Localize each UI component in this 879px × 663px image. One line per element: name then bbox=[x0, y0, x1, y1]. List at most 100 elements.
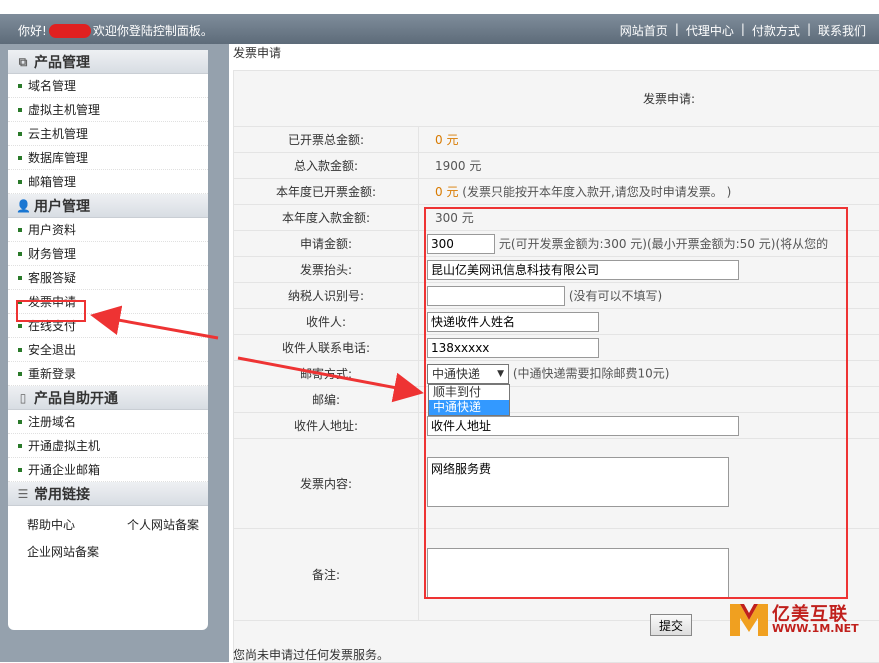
menu-label: 虚拟主机管理 bbox=[28, 101, 100, 118]
form-title: 发票申请: bbox=[234, 71, 879, 127]
menu-label: 安全退出 bbox=[28, 341, 76, 358]
row-paid-total: 总入款金额:1900 元 bbox=[234, 153, 879, 179]
row-phone: 收件人联系电话: bbox=[234, 335, 879, 361]
nav-payment[interactable]: 付款方式 bbox=[745, 22, 807, 39]
menu-label: 重新登录 bbox=[28, 365, 76, 382]
section-title: 产品管理 bbox=[34, 52, 90, 72]
brand-logo-icon bbox=[728, 600, 770, 640]
top-bar: 你好!欢迎你登陆控制面板。 网站首页| 代理中心| 付款方式| 联系我们 bbox=[0, 0, 879, 44]
menu-support[interactable]: 客服答疑 bbox=[8, 266, 208, 290]
submit-button[interactable]: 提交 bbox=[650, 614, 692, 636]
label: 本年度入款金额: bbox=[234, 205, 419, 231]
redacted-username bbox=[49, 24, 91, 38]
nav-agent[interactable]: 代理中心 bbox=[679, 22, 741, 39]
paid-total-value: 1900 元 bbox=[435, 159, 481, 173]
menu-open-vhost[interactable]: 开通虚拟主机 bbox=[8, 434, 208, 458]
nav-contact[interactable]: 联系我们 bbox=[811, 22, 873, 39]
value-cell bbox=[419, 335, 879, 361]
menu-label: 开通企业邮箱 bbox=[28, 461, 100, 478]
paid-year-value: 300 元 bbox=[435, 211, 474, 225]
bullet-icon bbox=[18, 228, 22, 232]
greeting-suffix: 欢迎你登陆控制面板。 bbox=[93, 24, 213, 38]
menu-label: 财务管理 bbox=[28, 245, 76, 262]
sidebar: ⧉产品管理 域名管理 虚拟主机管理 云主机管理 数据库管理 邮箱管理 👤用户管理… bbox=[0, 44, 229, 662]
greeting-prefix: 你好! bbox=[18, 24, 47, 38]
label: 申请金额: bbox=[234, 231, 419, 257]
bullet-icon bbox=[18, 252, 22, 256]
menu-open-mail[interactable]: 开通企业邮箱 bbox=[8, 458, 208, 482]
link-personal-icp[interactable]: 个人网站备案 bbox=[127, 516, 227, 533]
remark-textarea[interactable] bbox=[427, 548, 729, 598]
phone-input[interactable] bbox=[427, 338, 599, 358]
bullet-icon bbox=[18, 324, 22, 328]
label: 收件人联系电话: bbox=[234, 335, 419, 361]
section-user-management: 👤用户管理 bbox=[8, 194, 208, 218]
shipping-option-highlighted[interactable]: 中通快递 bbox=[429, 400, 509, 415]
tax-id-input[interactable] bbox=[427, 286, 565, 306]
menu-label: 数据库管理 bbox=[28, 149, 88, 166]
value-cell: 网络服务费 bbox=[419, 439, 879, 529]
menu-cloud[interactable]: 云主机管理 bbox=[8, 122, 208, 146]
menu-database[interactable]: 数据库管理 bbox=[8, 146, 208, 170]
value-cell: 300 元 bbox=[419, 205, 879, 231]
row-invoice-title: 发票抬头: bbox=[234, 257, 879, 283]
menu-register-domain[interactable]: 注册域名 bbox=[8, 410, 208, 434]
row-recipient: 收件人: bbox=[234, 309, 879, 335]
menu-label: 云主机管理 bbox=[28, 125, 88, 142]
bullet-icon bbox=[18, 156, 22, 160]
menu-profile[interactable]: 用户资料 bbox=[8, 218, 208, 242]
shipping-dropdown: 顺丰到付 中通快递 bbox=[428, 384, 510, 416]
label: 邮寄方式: bbox=[234, 361, 419, 387]
label: 本年度已开票金额: bbox=[234, 179, 419, 205]
row-content: 发票内容:网络服务费 bbox=[234, 439, 879, 529]
menu-finance[interactable]: 财务管理 bbox=[8, 242, 208, 266]
amount-note: 元(可开发票金额为:300 元)(最小开票金额为:50 元)(将从您的 bbox=[499, 237, 828, 251]
issued-year-note: (发票只能按开本年度入款开,请您及时申请发票。 ) bbox=[462, 185, 731, 199]
recipient-input[interactable] bbox=[427, 312, 599, 332]
section-product-management: ⧉产品管理 bbox=[8, 50, 208, 74]
breadcrumb: 发票申请 bbox=[233, 44, 281, 61]
invoice-title-input[interactable] bbox=[427, 260, 739, 280]
menu-relogin[interactable]: 重新登录 bbox=[8, 362, 208, 386]
tax-id-note: (没有可以不填写) bbox=[569, 289, 662, 303]
content-textarea[interactable]: 网络服务费 bbox=[427, 457, 729, 507]
bullet-icon bbox=[18, 276, 22, 280]
row-address: 收件人地址: bbox=[234, 413, 879, 439]
value-cell: 1900 元 bbox=[419, 153, 879, 179]
shipping-select[interactable]: 中通快递▼ 顺丰到付 中通快递 bbox=[427, 364, 509, 384]
amount-input[interactable] bbox=[427, 234, 495, 254]
self-service-icon: ▯ bbox=[16, 391, 30, 405]
address-input[interactable] bbox=[427, 416, 739, 436]
shipping-option[interactable]: 顺丰到付 bbox=[429, 385, 509, 400]
bullet-icon bbox=[18, 372, 22, 376]
value-cell: 元(可开发票金额为:300 元)(最小开票金额为:50 元)(将从您的 bbox=[419, 231, 879, 257]
shipping-note: (中通快递需要扣除邮费10元) bbox=[513, 366, 670, 380]
menu-logout[interactable]: 安全退出 bbox=[8, 338, 208, 362]
link-help[interactable]: 帮助中心 bbox=[27, 516, 127, 533]
menu-invoice[interactable]: 发票申请 bbox=[8, 290, 208, 314]
menu-vhost[interactable]: 虚拟主机管理 bbox=[8, 98, 208, 122]
label: 备注: bbox=[234, 529, 419, 621]
value-cell: 中通快递▼ 顺丰到付 中通快递 (中通快递需要扣除邮费10元) bbox=[419, 361, 879, 387]
links-grid: 帮助中心 个人网站备案 企业网站备案 bbox=[8, 506, 208, 560]
menu-label: 在线支付 bbox=[28, 317, 76, 334]
menu-mail[interactable]: 邮箱管理 bbox=[8, 170, 208, 194]
menu-label: 用户资料 bbox=[28, 221, 76, 238]
nav-home[interactable]: 网站首页 bbox=[613, 22, 675, 39]
link-company-icp[interactable]: 企业网站备案 bbox=[27, 543, 127, 560]
label: 发票内容: bbox=[234, 439, 419, 529]
form-title-text: 发票申请: bbox=[643, 92, 695, 106]
section-links: ☰常用链接 bbox=[8, 482, 208, 506]
section-title: 常用链接 bbox=[34, 484, 90, 504]
label: 邮编: bbox=[234, 387, 419, 413]
bullet-icon bbox=[18, 84, 22, 88]
menu-domain[interactable]: 域名管理 bbox=[8, 74, 208, 98]
value-cell bbox=[419, 257, 879, 283]
user-icon: 👤 bbox=[16, 199, 30, 213]
menu-pay-online[interactable]: 在线支付 bbox=[8, 314, 208, 338]
bullet-icon bbox=[18, 444, 22, 448]
sidebar-panel: ⧉产品管理 域名管理 虚拟主机管理 云主机管理 数据库管理 邮箱管理 👤用户管理… bbox=[8, 50, 208, 630]
row-amount: 申请金额: 元(可开发票金额为:300 元)(最小开票金额为:50 元)(将从您… bbox=[234, 231, 879, 257]
bullet-icon bbox=[18, 108, 22, 112]
label: 发票抬头: bbox=[234, 257, 419, 283]
